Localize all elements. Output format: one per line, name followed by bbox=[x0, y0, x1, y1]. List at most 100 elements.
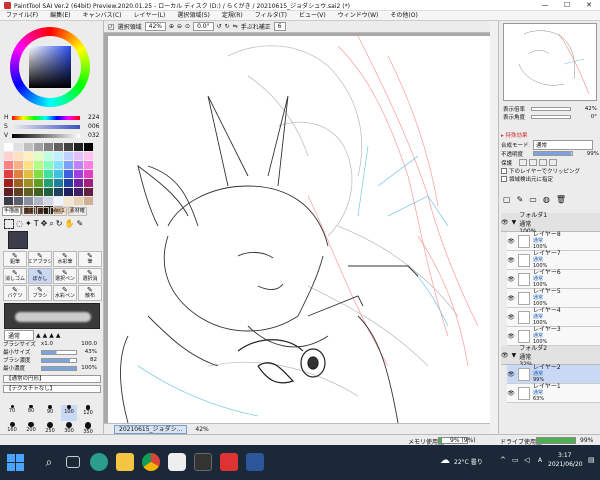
color-swatch[interactable] bbox=[83, 142, 93, 151]
tool-tab-basic[interactable]: 基本 bbox=[22, 207, 37, 216]
color-swatch[interactable] bbox=[23, 160, 33, 169]
brush-size-cell[interactable]: 100 bbox=[61, 405, 77, 421]
color-swatch[interactable] bbox=[63, 142, 73, 151]
layer-row[interactable]: 👁 レイヤー8 通常 100% bbox=[507, 232, 600, 251]
color-swatch[interactable] bbox=[43, 187, 53, 196]
maximize-button[interactable]: ☐ bbox=[556, 0, 578, 11]
move-icon[interactable]: ✥ bbox=[41, 219, 48, 229]
layer-folder[interactable]: 👁 ▼ フォルダ1 通常 100% bbox=[501, 212, 600, 235]
rotate-left-icon[interactable]: ↺ bbox=[217, 23, 222, 30]
shape-round-icon[interactable]: ▲ bbox=[36, 332, 41, 339]
weather-text[interactable]: 22°C 曇り bbox=[454, 457, 483, 466]
color-swatch[interactable] bbox=[53, 160, 63, 169]
tool-12[interactable]: ✎ 散布 bbox=[78, 285, 102, 301]
brush-size-cell[interactable]: 200 bbox=[23, 422, 39, 434]
menu-canvas[interactable]: キャンバス(C) bbox=[77, 11, 128, 20]
tool-10[interactable]: ✎ ブラシ bbox=[28, 285, 52, 301]
color-swatch[interactable] bbox=[3, 151, 13, 160]
color-swatch[interactable] bbox=[33, 187, 43, 196]
menu-window[interactable]: ウィンドウ(W) bbox=[332, 11, 385, 20]
color-swatch[interactable] bbox=[73, 187, 83, 196]
network-icon[interactable]: ▭ bbox=[512, 456, 519, 464]
color-swatch[interactable] bbox=[33, 142, 43, 151]
brush-size-cell[interactable]: 350 bbox=[80, 422, 96, 434]
menu-layer[interactable]: レイヤー(L) bbox=[128, 11, 172, 20]
brush-size-cell[interactable]: 300 bbox=[61, 422, 77, 434]
document-tab[interactable]: 20210615_ジョダシ... bbox=[114, 424, 188, 434]
tool-3[interactable]: ✎ 水彩筆 bbox=[53, 251, 77, 267]
visibility-eye-icon[interactable]: 👁 bbox=[507, 295, 515, 302]
new-folder-icon[interactable]: ▭ bbox=[529, 195, 537, 205]
color-swatch[interactable] bbox=[23, 178, 33, 187]
color-swatch[interactable] bbox=[43, 151, 53, 160]
task-view-icon[interactable] bbox=[66, 456, 80, 468]
texture-select[interactable]: 【テクスチャなし】 bbox=[3, 385, 101, 393]
magic-wand-icon[interactable]: ✦ bbox=[25, 219, 32, 229]
ime-indicator[interactable]: A bbox=[538, 457, 542, 464]
ref-checkbox[interactable] bbox=[501, 176, 507, 182]
color-swatch[interactable] bbox=[53, 151, 63, 160]
brush-size-cell[interactable]: 250 bbox=[42, 422, 58, 434]
menu-edit[interactable]: 編集(E) bbox=[44, 11, 76, 20]
color-swatch[interactable] bbox=[43, 169, 53, 178]
visibility-eye-icon[interactable]: 👁 bbox=[507, 238, 515, 245]
delete-layer-icon[interactable]: 🗑 bbox=[556, 195, 566, 205]
stabilizer-select[interactable]: 6 bbox=[273, 22, 286, 31]
text-icon[interactable]: T bbox=[34, 219, 39, 229]
clip-checkbox[interactable] bbox=[501, 168, 507, 174]
nav-angle-slider[interactable] bbox=[531, 115, 571, 119]
color-swatch[interactable] bbox=[3, 142, 13, 151]
color-swatch[interactable] bbox=[3, 160, 13, 169]
notification-icon[interactable]: ▤ bbox=[588, 456, 595, 464]
rotate-right-icon[interactable]: ↻ bbox=[225, 23, 230, 30]
folder-expand-icon[interactable]: ▼ bbox=[512, 219, 517, 226]
brush-size-mult[interactable]: x1.0 bbox=[41, 341, 61, 347]
layer-row[interactable]: 👁 レイヤー2 通常 99% bbox=[507, 365, 600, 384]
color-swatch[interactable] bbox=[83, 187, 93, 196]
color-swatch[interactable] bbox=[63, 178, 73, 187]
zoom-in-icon[interactable]: ⊕ bbox=[169, 23, 174, 30]
select-icon[interactable]: ◰ bbox=[108, 23, 115, 31]
eyedropper-icon[interactable]: ✎ bbox=[76, 219, 83, 229]
menu-file[interactable]: ファイル(F) bbox=[0, 11, 44, 20]
visibility-eye-icon[interactable]: 👁 bbox=[507, 333, 515, 340]
color-swatch[interactable] bbox=[33, 169, 43, 178]
menu-ruler[interactable]: 定規(R) bbox=[216, 11, 249, 20]
zoom-reset-icon[interactable]: ⊙ bbox=[185, 23, 190, 30]
visibility-eye-icon[interactable]: 👁 bbox=[507, 257, 515, 264]
h-slider[interactable] bbox=[12, 115, 80, 120]
color-swatch[interactable] bbox=[3, 178, 13, 187]
close-button[interactable]: ✕ bbox=[578, 0, 600, 11]
chrome-icon[interactable] bbox=[142, 453, 160, 471]
layer-row[interactable]: 👁 レイヤー5 通常 100% bbox=[507, 289, 600, 308]
color-swatch[interactable] bbox=[63, 187, 73, 196]
color-swatch[interactable] bbox=[73, 169, 83, 178]
explorer-icon[interactable] bbox=[116, 453, 134, 471]
brush-size-cell[interactable]: 160 bbox=[4, 422, 20, 434]
color-swatch[interactable] bbox=[73, 196, 83, 205]
menu-filter[interactable]: フィルタ(T) bbox=[249, 11, 293, 20]
shape-hard-icon[interactable]: ▲ bbox=[56, 332, 61, 339]
menu-selection[interactable]: 選択領域(S) bbox=[171, 11, 216, 20]
color-swatch[interactable] bbox=[13, 169, 23, 178]
app-icon-dark[interactable] bbox=[194, 453, 212, 471]
color-swatch[interactable] bbox=[53, 169, 63, 178]
tool-5[interactable]: ✎ 消しゴム bbox=[3, 268, 27, 284]
protect-opacity-icon[interactable] bbox=[519, 159, 527, 166]
color-swatch[interactable] bbox=[83, 196, 93, 205]
tool-11[interactable]: ✎ 水彩ペン bbox=[53, 285, 77, 301]
visibility-eye-icon[interactable]: 👁 bbox=[507, 390, 515, 397]
color-swatch[interactable] bbox=[83, 151, 93, 160]
search-icon[interactable]: ⌕ bbox=[40, 453, 58, 471]
tool-6[interactable]: ✎ ぼかし bbox=[28, 268, 52, 284]
line-icon[interactable] bbox=[168, 453, 186, 471]
brush-size-cell[interactable]: 90 bbox=[42, 405, 58, 421]
color-swatch[interactable] bbox=[53, 142, 63, 151]
color-swatch[interactable] bbox=[3, 196, 13, 205]
visibility-eye-icon[interactable]: 👁 bbox=[501, 219, 509, 226]
visibility-eye-icon[interactable]: 👁 bbox=[507, 276, 515, 283]
min-size-slider[interactable] bbox=[41, 349, 77, 355]
color-swatch[interactable] bbox=[73, 142, 83, 151]
windows-start-icon[interactable] bbox=[7, 454, 24, 471]
tool-tab-ver1[interactable]: Ver.1 bbox=[50, 207, 67, 216]
